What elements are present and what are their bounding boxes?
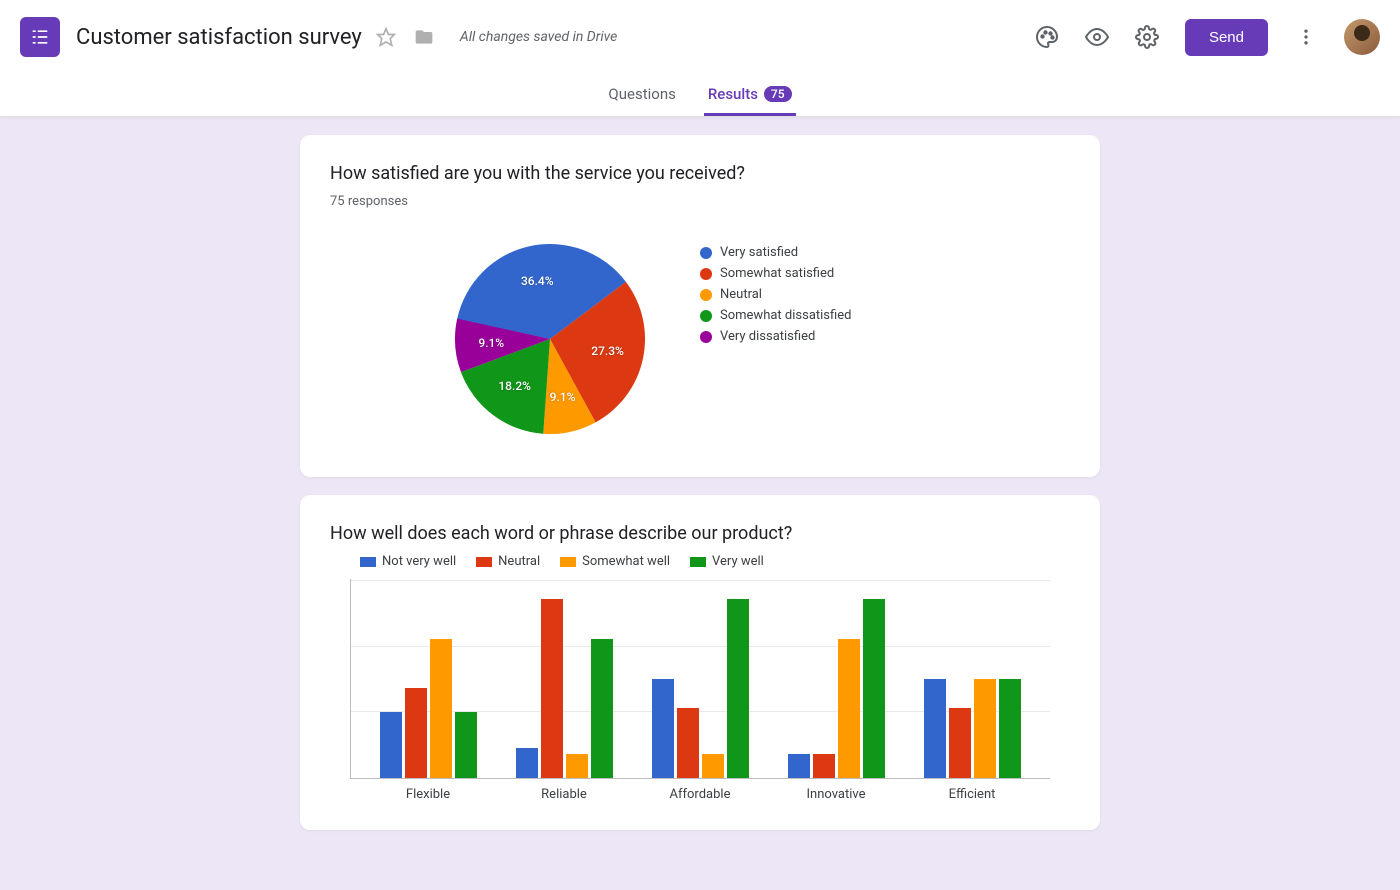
legend-item: Somewhat dissatisfied bbox=[700, 308, 851, 323]
bar bbox=[949, 708, 971, 778]
customize-theme-icon[interactable] bbox=[1027, 17, 1067, 57]
bar-category-label: Innovative bbox=[768, 787, 904, 802]
bar bbox=[380, 712, 402, 778]
bar-legend-label: Somewhat well bbox=[582, 554, 670, 569]
bar-legend-item: Not very well bbox=[360, 554, 456, 569]
bar-legend-swatch-icon bbox=[360, 557, 376, 567]
question-2-title: How well does each word or phrase descri… bbox=[330, 523, 1070, 544]
bar bbox=[999, 679, 1021, 779]
legend-item: Very satisfied bbox=[700, 245, 851, 260]
bar bbox=[702, 754, 724, 778]
bar-chart: Not very well Neutral Somewhat well Very we… bbox=[330, 554, 1070, 802]
results-count-badge: 75 bbox=[764, 86, 792, 102]
bar bbox=[566, 754, 588, 778]
bar bbox=[430, 639, 452, 778]
legend-label: Neutral bbox=[720, 287, 762, 302]
legend-swatch-icon bbox=[700, 331, 712, 343]
question-card-2: How well does each word or phrase descri… bbox=[300, 495, 1100, 830]
bar bbox=[838, 639, 860, 778]
bar-plot bbox=[350, 579, 1050, 779]
legend-label: Very dissatisfied bbox=[720, 329, 815, 344]
account-avatar[interactable] bbox=[1344, 19, 1380, 55]
bar-legend-item: Neutral bbox=[476, 554, 540, 569]
document-title[interactable]: Customer satisfaction survey bbox=[76, 25, 362, 50]
pie-slice-label: 9.1% bbox=[550, 390, 576, 404]
bar bbox=[727, 599, 749, 778]
legend-swatch-icon bbox=[700, 268, 712, 280]
app-root: Customer satisfaction survey All changes… bbox=[0, 0, 1400, 890]
bar-category-label: Affordable bbox=[632, 787, 768, 802]
bar bbox=[591, 639, 613, 778]
pie-chart: 36.4% 27.3% 9.1% 18.2% 9.1% bbox=[450, 239, 650, 439]
pie-chart-row: 36.4% 27.3% 9.1% 18.2% 9.1% Very satisfied So… bbox=[330, 229, 1070, 449]
bar-legend-item: Very well bbox=[690, 554, 764, 569]
tab-questions[interactable]: Questions bbox=[604, 75, 679, 116]
legend-label: Very satisfied bbox=[720, 245, 798, 260]
legend-item: Neutral bbox=[700, 287, 851, 302]
bar bbox=[541, 599, 563, 778]
bar bbox=[677, 708, 699, 778]
tabs: Questions Results 75 bbox=[20, 74, 1380, 116]
bar-group bbox=[633, 579, 769, 778]
question-1-responses: 75 responses bbox=[330, 194, 1070, 209]
bar bbox=[924, 679, 946, 779]
topbar: Customer satisfaction survey All changes… bbox=[0, 0, 1400, 117]
save-status: All changes saved in Drive bbox=[460, 29, 617, 45]
legend-item: Somewhat satisfied bbox=[700, 266, 851, 281]
question-card-1: How satisfied are you with the service y… bbox=[300, 135, 1100, 477]
bar bbox=[516, 748, 538, 778]
folder-icon[interactable] bbox=[410, 23, 438, 51]
bar bbox=[863, 599, 885, 778]
question-1-title: How satisfied are you with the service y… bbox=[330, 163, 1070, 184]
bar-legend-item: Somewhat well bbox=[560, 554, 670, 569]
send-button[interactable]: Send bbox=[1185, 19, 1268, 56]
preview-icon[interactable] bbox=[1077, 17, 1117, 57]
pie-slice-label: 9.1% bbox=[478, 336, 504, 350]
legend-swatch-icon bbox=[700, 310, 712, 322]
settings-icon[interactable] bbox=[1127, 17, 1167, 57]
legend-label: Somewhat satisfied bbox=[720, 266, 834, 281]
tab-questions-label: Questions bbox=[608, 85, 675, 103]
bar-legend-swatch-icon bbox=[690, 557, 706, 567]
pie-legend: Very satisfied Somewhat satisfied Neutral S… bbox=[700, 245, 851, 344]
bar-category-label: Flexible bbox=[360, 787, 496, 802]
bar-group bbox=[361, 579, 497, 778]
pie-slice-label: 36.4% bbox=[521, 274, 554, 288]
forms-logo-icon[interactable] bbox=[20, 17, 60, 57]
bar-group bbox=[904, 579, 1040, 778]
bar-legend-label: Neutral bbox=[498, 554, 540, 569]
pie-slice-label: 18.2% bbox=[498, 379, 531, 393]
legend-swatch-icon bbox=[700, 247, 712, 259]
bar-legend-label: Not very well bbox=[382, 554, 456, 569]
bar-legend-swatch-icon bbox=[476, 557, 492, 567]
bar-legend-swatch-icon bbox=[560, 557, 576, 567]
bar bbox=[405, 688, 427, 778]
tab-results[interactable]: Results 75 bbox=[704, 75, 796, 116]
bar bbox=[813, 754, 835, 778]
bar-group bbox=[768, 579, 904, 778]
legend-item: Very dissatisfied bbox=[700, 329, 851, 344]
bar-legend-label: Very well bbox=[712, 554, 764, 569]
pie-slice-label: 27.3% bbox=[591, 344, 624, 358]
content-area: How satisfied are you with the service y… bbox=[0, 117, 1400, 830]
legend-swatch-icon bbox=[700, 289, 712, 301]
tab-results-label: Results bbox=[708, 85, 758, 103]
bar bbox=[652, 679, 674, 779]
more-menu-icon[interactable] bbox=[1286, 17, 1326, 57]
bar bbox=[455, 712, 477, 778]
bar-group bbox=[497, 579, 633, 778]
bar-legend: Not very well Neutral Somewhat well Very we… bbox=[350, 554, 1050, 569]
bar-category-label: Efficient bbox=[904, 787, 1040, 802]
topbar-row: Customer satisfaction survey All changes… bbox=[20, 0, 1380, 74]
star-icon[interactable] bbox=[372, 23, 400, 51]
legend-label: Somewhat dissatisfied bbox=[720, 308, 851, 323]
bar bbox=[788, 754, 810, 778]
bar-category-labels: FlexibleReliableAffordableInnovativeEffi… bbox=[350, 787, 1050, 802]
bar bbox=[974, 679, 996, 779]
bar-category-label: Reliable bbox=[496, 787, 632, 802]
